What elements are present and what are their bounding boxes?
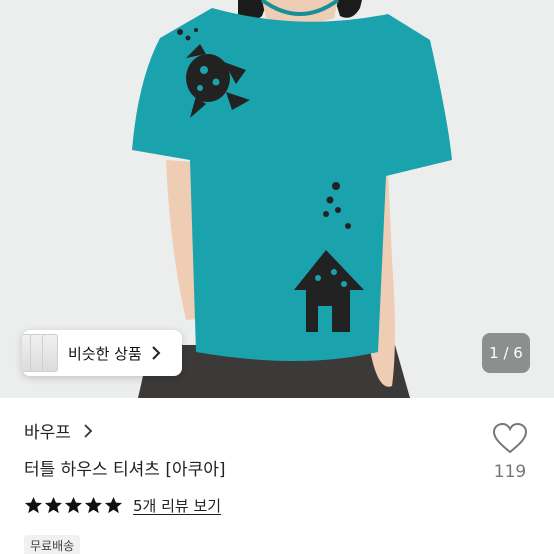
chevron-right-icon bbox=[152, 346, 161, 360]
star-icon bbox=[104, 496, 123, 514]
product-info: 바우프 터틀 하우스 티셔츠 [아쿠아] 5개 리뷰 보기 무료배송 119 bbox=[0, 398, 554, 554]
shop-link[interactable]: 바우프 bbox=[24, 418, 95, 443]
rating-stars bbox=[24, 496, 123, 515]
product-photo[interactable]: 비슷한 상품 1 / 6 bbox=[0, 0, 554, 398]
star-icon bbox=[44, 496, 63, 514]
similar-thumbnail bbox=[42, 334, 58, 372]
chevron-right-icon bbox=[84, 423, 93, 438]
star-icon bbox=[64, 496, 83, 514]
image-counter: 1 / 6 bbox=[482, 333, 530, 373]
like-button[interactable]: 119 bbox=[490, 422, 530, 482]
shop-name: 바우프 bbox=[24, 423, 71, 443]
rating-row: 5개 리뷰 보기 bbox=[24, 495, 221, 516]
similar-products-button[interactable]: 비슷한 상품 bbox=[22, 330, 182, 376]
star-icon bbox=[84, 496, 103, 514]
similar-thumbnails bbox=[22, 330, 62, 376]
like-count: 119 bbox=[493, 462, 527, 482]
similar-products-label: 비슷한 상품 bbox=[68, 344, 142, 363]
free-shipping-badge: 무료배송 bbox=[24, 535, 81, 554]
star-icon bbox=[24, 496, 43, 514]
heart-outline-icon bbox=[492, 422, 528, 454]
product-title: 터틀 하우스 티셔츠 [아쿠아] bbox=[24, 460, 226, 480]
reviews-link[interactable]: 5개 리뷰 보기 bbox=[133, 495, 221, 516]
